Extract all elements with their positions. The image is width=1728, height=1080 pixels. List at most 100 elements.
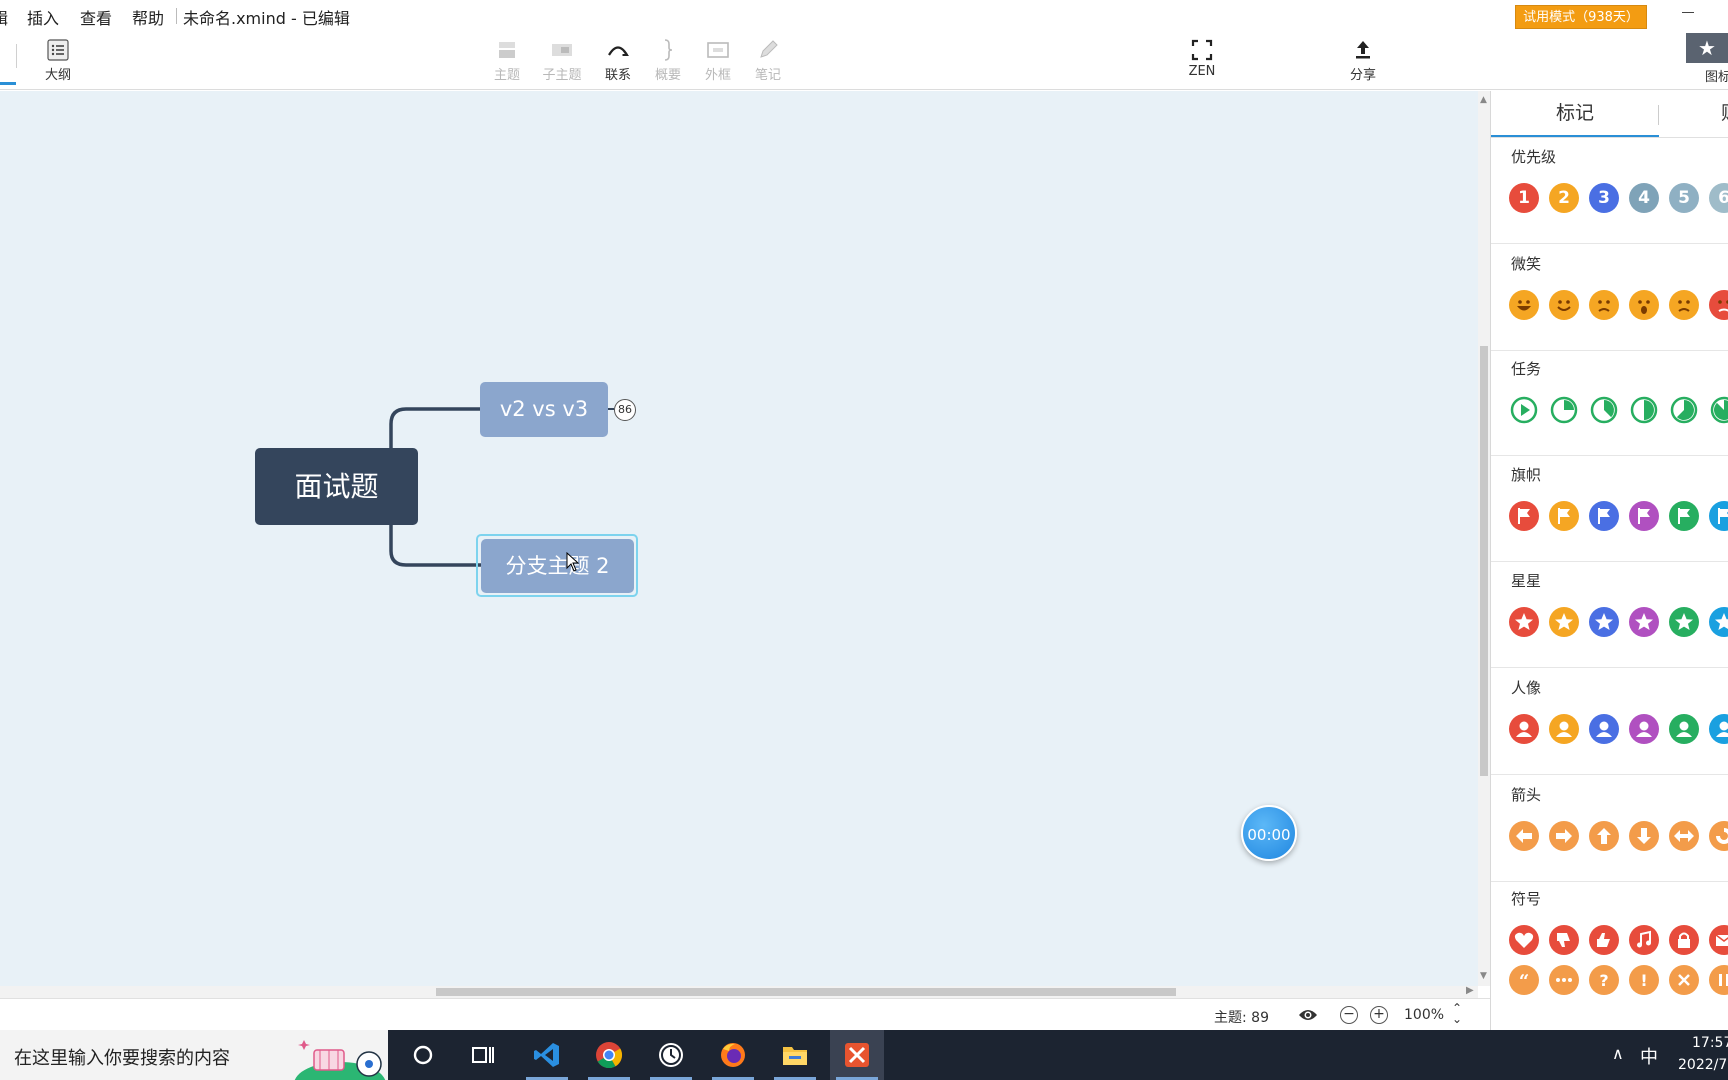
- arrow-right-icon[interactable]: [1549, 821, 1579, 851]
- markers-panel-toggle[interactable]: ★: [1686, 33, 1728, 63]
- symbol-cross-icon[interactable]: [1669, 965, 1699, 995]
- taskbar-app-firefox[interactable]: [706, 1030, 760, 1080]
- main-topic-v2-vs-v3[interactable]: v2 vs v3: [480, 382, 608, 437]
- scroll-up-arrow-icon[interactable]: ▲: [1480, 95, 1487, 105]
- symbol-more-icon[interactable]: [1549, 965, 1579, 995]
- zoom-stepper-icon[interactable]: ⌃ ⌄: [1452, 1002, 1462, 1025]
- taskbar-search-box[interactable]: 在这里输入你要搜索的内容: [0, 1030, 388, 1080]
- vertical-scrollbar[interactable]: ▲ ▼: [1478, 91, 1490, 986]
- smiley-surprise-icon[interactable]: [1629, 290, 1659, 320]
- person-purple-icon[interactable]: [1629, 714, 1659, 744]
- symbol-quote-icon[interactable]: “: [1509, 965, 1539, 995]
- symbol-mail-icon[interactable]: [1709, 925, 1728, 955]
- menu-insert[interactable]: 插入: [27, 5, 59, 29]
- pomodoro-timer[interactable]: 00:00: [1241, 805, 1297, 861]
- task-start-icon[interactable]: [1509, 395, 1539, 425]
- person-orange-icon[interactable]: [1549, 714, 1579, 744]
- symbol-lock-icon[interactable]: [1669, 925, 1699, 955]
- mindmap-canvas[interactable]: 面试题 v2 vs v3 86 分支主题 2 00:00: [0, 91, 1478, 986]
- flag-purple-icon[interactable]: [1629, 501, 1659, 531]
- menu-help[interactable]: 帮助: [132, 5, 164, 29]
- topic-button[interactable]: 主题: [477, 34, 537, 86]
- priority-1-marker[interactable]: 1: [1509, 183, 1539, 213]
- star-purple-icon[interactable]: [1629, 607, 1659, 637]
- symbol-pause-icon[interactable]: [1709, 965, 1728, 995]
- trial-mode-badge[interactable]: 试用模式（938天）: [1515, 5, 1647, 29]
- zoom-out-button[interactable]: −: [1340, 1006, 1358, 1024]
- scroll-down-arrow-icon[interactable]: ▼: [1480, 971, 1487, 981]
- collapsed-children-count[interactable]: 86: [614, 399, 636, 421]
- arrow-left-icon[interactable]: [1509, 821, 1539, 851]
- tab-stickers[interactable]: 贴: [1721, 91, 1728, 135]
- priority-3-marker[interactable]: 3: [1589, 183, 1619, 213]
- person-red-icon[interactable]: [1509, 714, 1539, 744]
- flag-red-icon[interactable]: [1509, 501, 1539, 531]
- task-3-8-icon[interactable]: [1589, 395, 1619, 425]
- smiley-sad-icon[interactable]: [1669, 290, 1699, 320]
- taskbar-app-xmind[interactable]: [830, 1030, 884, 1080]
- priority-6-marker[interactable]: 6: [1709, 183, 1728, 213]
- taskbar-app-chrome[interactable]: [582, 1030, 636, 1080]
- arrow-up-icon[interactable]: [1589, 821, 1619, 851]
- tray-chevron-up-icon[interactable]: ∧: [1612, 1044, 1624, 1063]
- person-blue-icon[interactable]: [1589, 714, 1619, 744]
- task-5-8-icon[interactable]: [1669, 395, 1699, 425]
- input-method-indicator[interactable]: 中: [1640, 1043, 1658, 1069]
- minimize-button[interactable]: [1682, 12, 1694, 13]
- arrow-down-icon[interactable]: [1629, 821, 1659, 851]
- zen-mode-button[interactable]: ZEN: [1172, 34, 1232, 86]
- priority-4-marker[interactable]: 4: [1629, 183, 1659, 213]
- task-half-icon[interactable]: [1629, 395, 1659, 425]
- eye-icon[interactable]: [1298, 1007, 1318, 1023]
- symbol-music-icon[interactable]: [1629, 925, 1659, 955]
- taskbar-app-file-explorer[interactable]: [768, 1030, 822, 1080]
- tab-markers[interactable]: 标记: [1491, 91, 1659, 137]
- outline-button[interactable]: 大纲: [28, 34, 88, 86]
- taskbar-clock-date[interactable]: 2022/7: [1678, 1057, 1727, 1073]
- flag-cyan-icon[interactable]: [1709, 501, 1728, 531]
- subtopic-button[interactable]: 子主题: [532, 34, 592, 86]
- taskbar-app-vscode[interactable]: [520, 1030, 574, 1080]
- star-blue-icon[interactable]: [1589, 607, 1619, 637]
- horizontal-scroll-thumb[interactable]: [436, 988, 1176, 996]
- priority-2-marker[interactable]: 2: [1549, 183, 1579, 213]
- arrow-left-right-icon[interactable]: [1669, 821, 1699, 851]
- vertical-scroll-thumb[interactable]: [1480, 346, 1488, 776]
- smiley-smile-icon[interactable]: [1549, 290, 1579, 320]
- cortana-button[interactable]: [396, 1030, 450, 1080]
- star-cyan-icon[interactable]: [1709, 607, 1728, 637]
- zoom-in-button[interactable]: +: [1370, 1006, 1388, 1024]
- smiley-laugh-icon[interactable]: [1509, 290, 1539, 320]
- star-orange-icon[interactable]: [1549, 607, 1579, 637]
- person-green-icon[interactable]: [1669, 714, 1699, 744]
- smiley-cry-icon[interactable]: [1589, 290, 1619, 320]
- task-1-8-icon[interactable]: [1549, 395, 1579, 425]
- note-button[interactable]: 笔记: [738, 34, 798, 86]
- symbol-thumbs-up-icon[interactable]: [1589, 925, 1619, 955]
- arrow-refresh-icon[interactable]: [1709, 821, 1728, 851]
- symbol-heart-icon[interactable]: [1509, 925, 1539, 955]
- flag-orange-icon[interactable]: [1549, 501, 1579, 531]
- task-7-8-icon[interactable]: [1709, 395, 1728, 425]
- star-red-icon[interactable]: [1509, 607, 1539, 637]
- menu-edit[interactable]: 辑: [0, 5, 8, 29]
- person-cyan-icon[interactable]: [1709, 714, 1728, 744]
- flag-green-icon[interactable]: [1669, 501, 1699, 531]
- star-green-icon[interactable]: [1669, 607, 1699, 637]
- scroll-right-arrow-icon[interactable]: ▶: [1466, 985, 1474, 996]
- share-button[interactable]: 分享: [1333, 34, 1393, 86]
- smiley-angry-icon[interactable]: [1709, 290, 1728, 320]
- marker-group-title: 箭头: [1511, 786, 1542, 804]
- symbol-thumbs-down-icon[interactable]: [1549, 925, 1579, 955]
- task-view-button[interactable]: [456, 1030, 510, 1080]
- horizontal-scrollbar[interactable]: ▶: [0, 985, 1478, 998]
- flag-blue-icon[interactable]: [1589, 501, 1619, 531]
- taskbar-clock-time[interactable]: 17:57: [1692, 1035, 1728, 1051]
- menu-view[interactable]: 查看: [80, 5, 112, 29]
- main-topic-branch-2[interactable]: 分支主题 2: [481, 539, 634, 593]
- priority-5-marker[interactable]: 5: [1669, 183, 1699, 213]
- taskbar-app-clock[interactable]: [644, 1030, 698, 1080]
- symbol-exclamation-icon[interactable]: !: [1629, 965, 1659, 995]
- central-topic[interactable]: 面试题: [255, 448, 418, 525]
- symbol-question-icon[interactable]: ?: [1589, 965, 1619, 995]
